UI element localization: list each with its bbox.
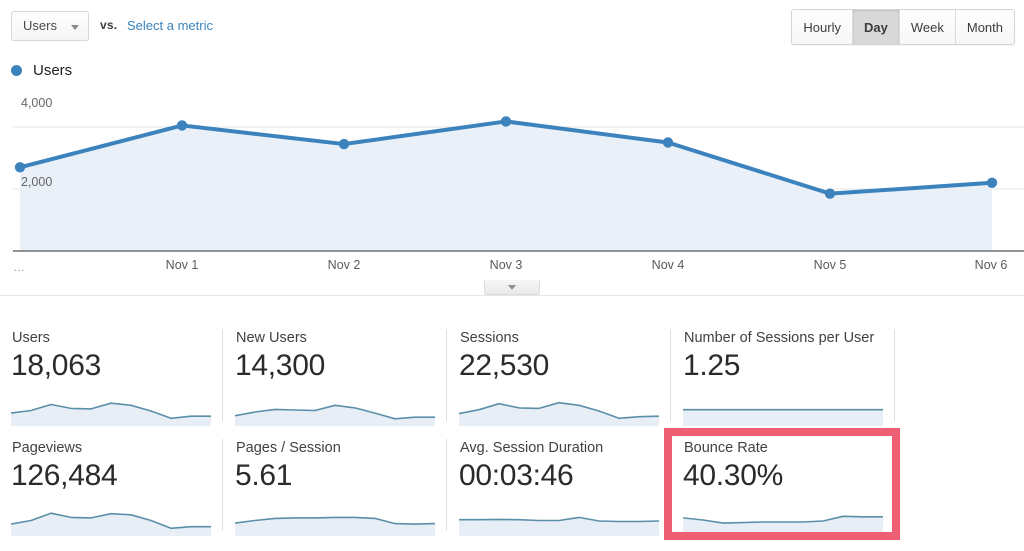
card-divider (222, 439, 223, 531)
metric-card-label: Avg. Session Duration (460, 440, 604, 456)
chart-data-point[interactable] (662, 137, 674, 148)
metric-card-value: 5.61 (235, 459, 293, 492)
metric-card-row-1: Users 18,063 New Users 14,300 Sessions 2… (0, 320, 1024, 430)
users-over-time-chart: Users 4,000 2,000 … Nov 1 Nov 2 Nov 3 No… (0, 52, 1024, 296)
metric-card-sparkline (459, 394, 659, 426)
sparkline-svg (11, 402, 211, 426)
metric-card-value: 00:03:46 (459, 459, 574, 492)
metric-selector-label: Users (23, 18, 57, 33)
metric-card-sparkline (459, 504, 659, 536)
metric-card-users[interactable]: Users 18,063 (0, 320, 223, 430)
metric-card-label: Pageviews (12, 440, 83, 456)
metric-card-value: 1.25 (683, 349, 741, 382)
legend-series-label: Users (33, 62, 73, 79)
metric-card-sparkline (235, 504, 435, 536)
metric-card-bounce-rate[interactable]: Bounce Rate 40.30% (672, 430, 895, 540)
granularity-hourly-button[interactable]: Hourly (792, 10, 853, 44)
granularity-button-group: Hourly Day Week Month (791, 9, 1015, 45)
metric-card-sparkline (11, 504, 211, 536)
sparkline-svg (683, 515, 883, 536)
chart-data-point[interactable] (986, 177, 998, 188)
chart-svg (13, 116, 1024, 252)
metric-card-sparkline (235, 394, 435, 426)
metric-card-value: 40.30% (683, 459, 783, 492)
sparkline-svg (683, 408, 883, 426)
metric-card-row-2: Pageviews 126,484 Pages / Session 5.61 A… (0, 430, 1024, 540)
metric-card-label: New Users (236, 330, 307, 346)
select-a-metric-link[interactable]: Select a metric (127, 18, 213, 33)
chart-data-point[interactable] (500, 116, 512, 127)
chevron-down-icon (71, 25, 79, 30)
metric-card-new-users[interactable]: New Users 14,300 (224, 320, 447, 430)
chart-plot-area[interactable] (0, 88, 1024, 258)
metric-summary-cards: Users 18,063 New Users 14,300 Sessions 2… (0, 320, 1024, 540)
legend-series-dot-icon (11, 65, 22, 76)
chevron-down-icon (508, 285, 516, 290)
granularity-day-button[interactable]: Day (853, 10, 900, 44)
metric-card-sessions[interactable]: Sessions 22,530 (448, 320, 671, 430)
sparkline-svg (11, 512, 211, 536)
chart-data-point[interactable] (176, 120, 188, 131)
metric-card-label: Pages / Session (236, 440, 341, 456)
x-axis-ticks: … Nov 1 Nov 2 Nov 3 Nov 4 Nov 5 Nov 6 (0, 258, 1024, 282)
metric-selector-dropdown[interactable]: Users (11, 11, 89, 41)
granularity-month-button[interactable]: Month (955, 10, 1014, 44)
vs-label: vs. (100, 18, 118, 32)
card-divider (446, 439, 447, 531)
metric-card-avg-session-duration[interactable]: Avg. Session Duration 00:03:46 (448, 430, 671, 540)
metric-card-label: Sessions (460, 330, 519, 346)
metric-card-sessions-per-user[interactable]: Number of Sessions per User 1.25 (672, 320, 895, 430)
metric-card-label: Users (12, 330, 50, 346)
metric-card-label: Number of Sessions per User (684, 330, 875, 346)
metric-card-sparkline (683, 504, 883, 536)
x-axis-tick-nov-5: Nov 5 (813, 258, 847, 272)
chart-data-point[interactable] (338, 138, 350, 150)
chart-data-point[interactable] (824, 188, 836, 199)
metric-card-sparkline (11, 394, 211, 426)
metric-card-value: 22,530 (459, 349, 549, 382)
chart-data-point[interactable] (14, 162, 26, 173)
x-axis-tick-ellipsis: … (13, 260, 26, 274)
metric-card-value: 14,300 (235, 349, 325, 382)
metric-card-sparkline (683, 394, 883, 426)
chart-bottom-divider (0, 295, 1024, 296)
metric-card-value: 18,063 (11, 349, 101, 382)
y-axis-tick-2000: 2,000 (21, 175, 53, 189)
x-axis-tick-nov-2: Nov 2 (327, 258, 361, 272)
x-axis-tick-nov-6: Nov 6 (974, 258, 1008, 272)
card-divider (670, 439, 671, 531)
card-divider (222, 329, 223, 421)
granularity-week-button[interactable]: Week (899, 10, 956, 44)
x-axis-tick-nov-3: Nov 3 (489, 258, 523, 272)
chart-legend: Users (11, 62, 72, 79)
sparkline-svg (235, 516, 435, 536)
x-axis-tick-nov-1: Nov 1 (165, 258, 199, 272)
metric-card-value: 126,484 (11, 459, 118, 492)
card-divider (894, 439, 895, 531)
sparkline-svg (235, 404, 435, 426)
sparkline-svg (459, 516, 659, 536)
chart-toolbar: Users vs. Select a metric Hourly Day Wee… (0, 0, 1024, 52)
card-divider (446, 329, 447, 421)
metric-card-pageviews[interactable]: Pageviews 126,484 (0, 430, 223, 540)
card-divider (670, 329, 671, 421)
metric-card-pages-per-session[interactable]: Pages / Session 5.61 (224, 430, 447, 540)
card-divider (894, 329, 895, 421)
collapse-chart-button[interactable] (484, 280, 540, 295)
y-axis-tick-4000: 4,000 (21, 96, 53, 110)
metric-card-label: Bounce Rate (684, 440, 768, 456)
sparkline-svg (459, 401, 659, 426)
x-axis-tick-nov-4: Nov 4 (651, 258, 685, 272)
